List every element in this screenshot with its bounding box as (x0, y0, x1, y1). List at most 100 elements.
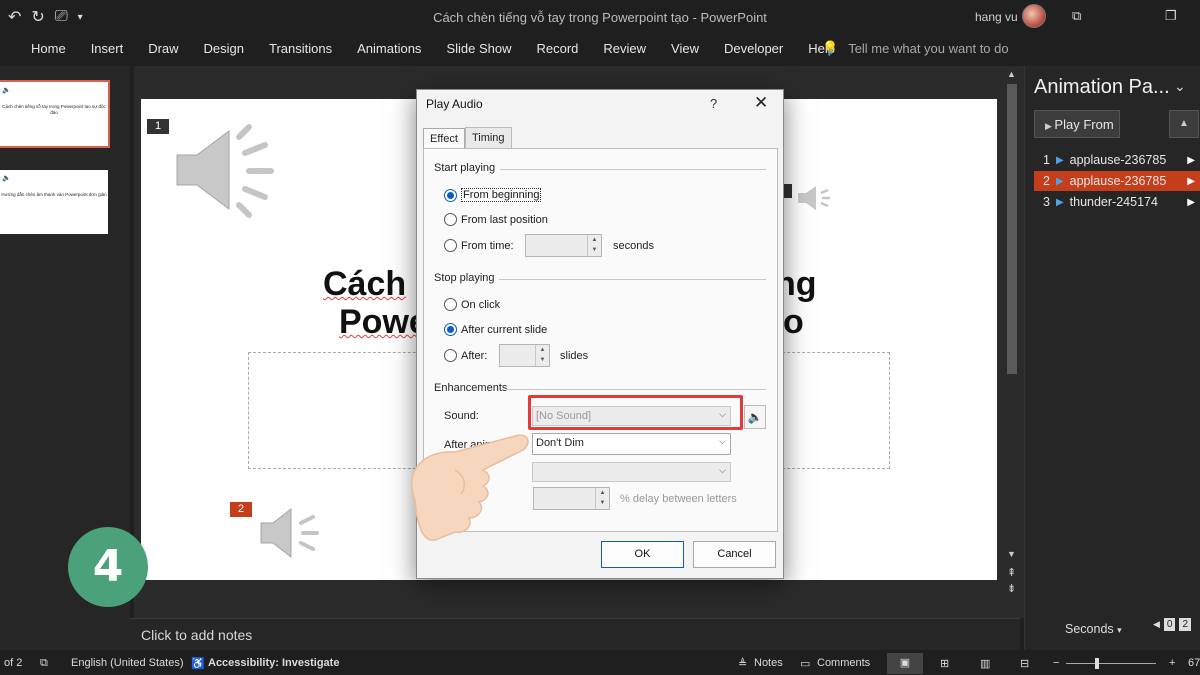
cancel-button[interactable]: Cancel (693, 541, 776, 568)
tab-view[interactable]: View (658, 36, 711, 62)
radio-button[interactable] (444, 298, 457, 311)
scrollbar-thumb[interactable] (1007, 84, 1017, 374)
tab-record[interactable]: Record (523, 36, 590, 62)
next-slide-icon[interactable]: ⇟ (1007, 582, 1016, 595)
zoom-slider[interactable] (1066, 663, 1156, 664)
radio-after-slides[interactable]: After: (444, 349, 487, 362)
tab-design[interactable]: Design (191, 36, 256, 62)
user-name[interactable]: hang vu (975, 10, 1018, 24)
tab-animations[interactable]: Animations (344, 36, 433, 62)
radio-from-last-position[interactable]: From last position (444, 213, 548, 226)
timeline-scale[interactable]: ◀ 0 2 (1153, 618, 1192, 631)
spinner-arrows[interactable]: ▲ ▼ (535, 345, 549, 366)
dialog-title: Play Audio (426, 97, 483, 111)
slide-thumbnail-1[interactable]: 🔈 Cách chèn tiếng vỗ tay trong Powerpoin… (0, 80, 110, 148)
play-from-button[interactable]: ▶ Play From (1034, 110, 1120, 138)
spinner-arrows[interactable]: ▲ ▼ (587, 235, 601, 256)
tell-me-search[interactable]: 💡 Tell me what you want to do (822, 40, 1009, 56)
tab-review[interactable]: Review (590, 36, 658, 62)
animation-order: 3 (1043, 195, 1050, 209)
scroll-down-icon[interactable]: ▼ (1007, 549, 1016, 559)
accessibility-status[interactable]: Accessibility: Investigate (208, 657, 339, 669)
volume-icon[interactable]: 🔈 (744, 405, 766, 429)
speaker-icon[interactable] (173, 123, 283, 218)
accessibility-icon: ♿ (191, 658, 205, 670)
restore-window-icon[interactable]: ❐ (1165, 8, 1177, 24)
animation-order: 2 (1043, 174, 1050, 188)
thumbnail-text: Cách chèn tiếng vỗ tay trong Powerpoint … (2, 104, 106, 115)
timeline-left-icon[interactable]: ◀ (1153, 619, 1160, 630)
after-animation-select[interactable]: Don't Dim ⌵ (532, 433, 731, 455)
language[interactable]: English (United States) (71, 657, 184, 669)
dropdown-arrow-icon: ▾ (1117, 625, 1122, 635)
speaker-icon[interactable] (257, 503, 327, 563)
slide-thumbnail-2[interactable]: 🔈 Hướng dẫn chèn âm thanh vào Powerpoint… (0, 170, 108, 234)
slide-title-part[interactable]: o (783, 302, 804, 342)
tab-effect[interactable]: Effect (423, 128, 465, 149)
slide-title-part[interactable]: Powe (339, 302, 428, 342)
radio-after-current-slide[interactable]: After current slide (444, 323, 547, 336)
radio-button[interactable] (444, 323, 457, 336)
pane-options-chevron-icon[interactable]: ⌄ (1174, 78, 1186, 95)
dialog-tabs: Effect Timing (423, 127, 512, 149)
radio-on-click[interactable]: On click (444, 298, 500, 311)
delay-spinner[interactable]: ▲ ▼ (533, 487, 610, 510)
seconds-dropdown[interactable]: Seconds ▾ (1065, 622, 1122, 636)
slide-sorter-icon[interactable]: ⊞ (940, 657, 949, 670)
normal-view-icon[interactable]: ▣ (887, 653, 923, 674)
tab-timing[interactable]: Timing (464, 127, 512, 148)
animation-pane: Animation Pa... ⌄ ▶ Play From ▲ 1 ▶ appl… (1024, 66, 1200, 650)
radio-button[interactable] (444, 213, 457, 226)
comments-icon: ▭ (800, 658, 811, 670)
animation-item[interactable]: 2 ▶ applause-236785 ▶ (1034, 171, 1200, 191)
after-slides-spinner[interactable]: ▲ ▼ (499, 344, 550, 367)
slide-title-part[interactable]: Cách (323, 264, 406, 304)
avatar[interactable] (1022, 4, 1046, 28)
speaker-icon[interactable] (794, 183, 834, 213)
tab-slide-show[interactable]: Slide Show (433, 36, 523, 62)
notes-button[interactable]: Notes (754, 657, 783, 669)
zoom-level[interactable]: 67 (1188, 657, 1200, 669)
window-title: Cách chèn tiếng vỗ tay trong Powerpoint … (433, 10, 767, 25)
help-icon[interactable]: ? (710, 96, 717, 111)
tab-home[interactable]: Home (0, 36, 78, 62)
comments-button[interactable]: Comments (817, 657, 870, 669)
radio-label: From time: (461, 239, 514, 252)
sound-icon: 🔈 (2, 175, 11, 182)
tab-transitions[interactable]: Transitions (256, 36, 344, 62)
ok-button[interactable]: OK (601, 541, 684, 568)
animation-item[interactable]: 3 ▶ thunder-245174 ▶ (1034, 192, 1200, 212)
after-animation-value: Don't Dim (536, 437, 584, 449)
radio-from-time[interactable]: From time: (444, 239, 514, 252)
previous-slide-icon[interactable]: ⇞ (1007, 566, 1016, 579)
spellcheck-icon[interactable]: ⧉ (40, 657, 48, 670)
radio-from-beginning[interactable]: From beginning (444, 188, 542, 202)
zoom-in-icon[interactable]: + (1169, 657, 1175, 669)
slideshow-icon[interactable]: ⊟ (1020, 657, 1029, 670)
animation-tag[interactable]: 1 (147, 119, 169, 134)
tab-developer[interactable]: Developer (711, 36, 795, 62)
zoom-out-icon[interactable]: − (1053, 657, 1059, 669)
timeline-tick: 0 (1163, 618, 1176, 631)
animation-tag[interactable] (784, 184, 792, 198)
radio-button[interactable] (444, 188, 457, 202)
from-time-spinner[interactable]: ▲ ▼ (525, 234, 602, 257)
close-icon[interactable]: ✕ (754, 93, 768, 113)
tab-insert[interactable]: Insert (78, 36, 136, 62)
move-up-button[interactable]: ▲ (1169, 110, 1199, 138)
animation-item[interactable]: 1 ▶ applause-236785 ▶ (1034, 150, 1200, 170)
zoom-slider-knob[interactable] (1095, 658, 1099, 669)
ribbon-tabs: Home Insert Draw Design Transitions Anim… (0, 36, 847, 62)
scroll-up-icon[interactable]: ▲ (1007, 69, 1016, 79)
ribbon-display-icon[interactable]: ⧉ (1072, 8, 1081, 24)
reading-view-icon[interactable]: ▥ (980, 657, 990, 670)
radio-button[interactable] (444, 349, 457, 362)
animate-text-select[interactable]: ⌵ (532, 462, 731, 482)
time-unit-label: seconds (613, 240, 654, 252)
spinner-arrows[interactable]: ▲ ▼ (595, 488, 609, 509)
tab-draw[interactable]: Draw (135, 36, 190, 62)
animation-tag[interactable]: 2 (230, 502, 252, 517)
slide-scrollbar[interactable]: ▲ ▼ ⇞ ⇟ (1004, 66, 1020, 618)
notes-pane[interactable]: Click to add notes (130, 618, 1020, 650)
radio-button[interactable] (444, 239, 457, 252)
